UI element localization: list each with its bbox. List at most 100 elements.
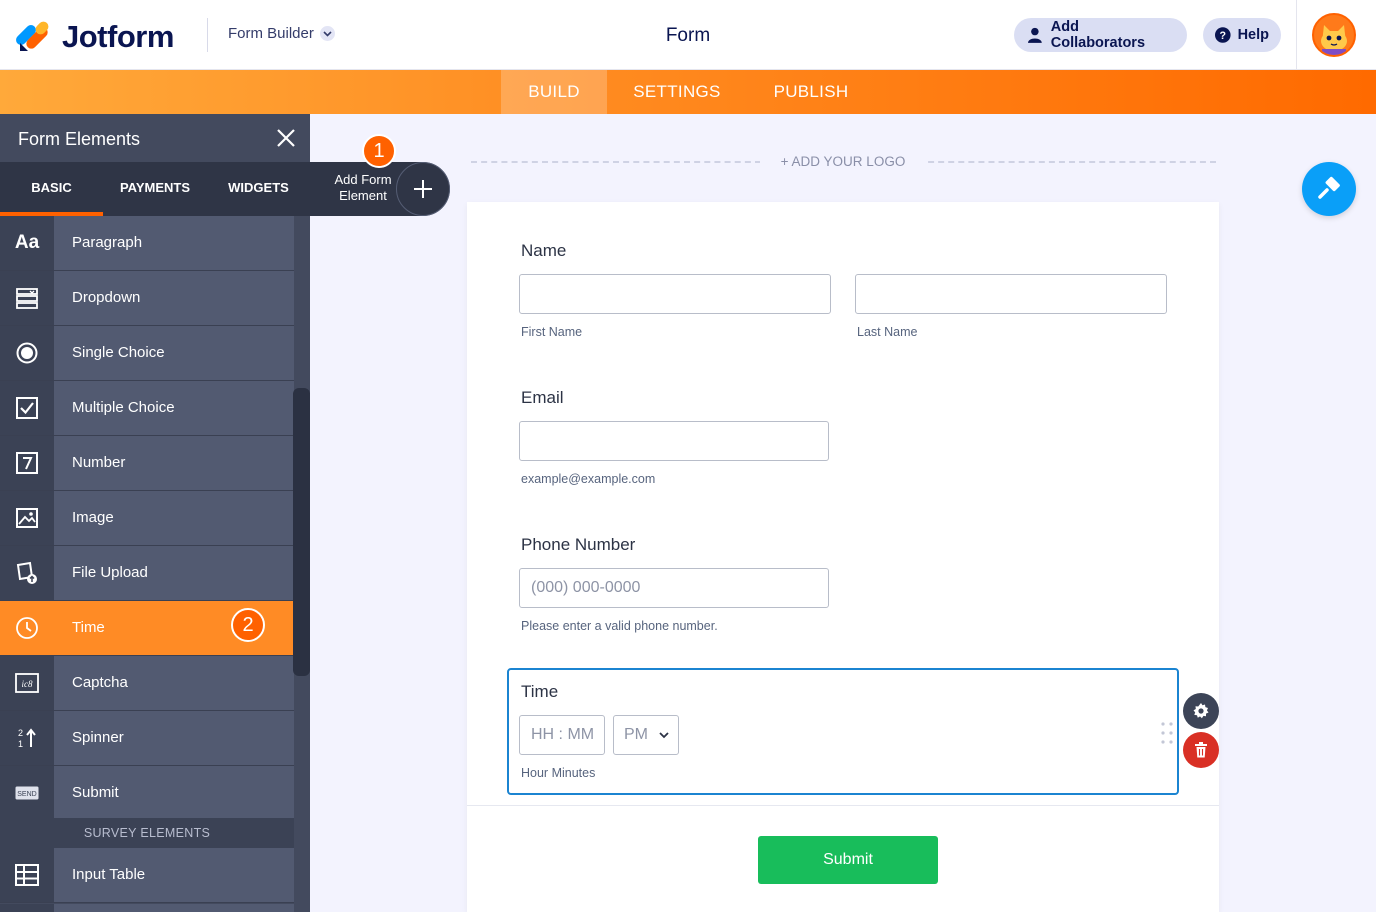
svg-text:ic8: ic8 xyxy=(22,679,33,689)
form-separator xyxy=(467,805,1219,806)
form-designer-button[interactable] xyxy=(1302,162,1356,216)
time-input[interactable]: HH : MM xyxy=(519,715,605,755)
header-divider-right xyxy=(1296,0,1297,70)
time-field-selected[interactable] xyxy=(507,668,1179,795)
file-upload-icon xyxy=(0,546,54,600)
paragraph-icon: Aa xyxy=(0,216,54,270)
brand-name: Jotform xyxy=(62,19,174,54)
svg-text:1: 1 xyxy=(18,739,23,749)
survey-elements-header: SURVEY ELEMENTS xyxy=(0,818,294,848)
element-label: Spinner xyxy=(54,711,294,765)
last-name-input[interactable] xyxy=(855,274,1167,314)
jotform-logo[interactable]: Jotform xyxy=(13,19,174,55)
add-collaborators-label: Add Collaborators xyxy=(1050,19,1146,51)
help-button[interactable]: ? Help xyxy=(1203,18,1281,52)
add-collaborators-button[interactable]: Add Collaborators xyxy=(1014,18,1187,52)
element-label: Submit xyxy=(54,766,294,820)
element-file-upload[interactable]: File Upload xyxy=(0,546,294,601)
clock-icon xyxy=(0,601,54,655)
delete-field-button[interactable] xyxy=(1183,732,1219,768)
svg-text:SEND: SEND xyxy=(17,791,36,798)
element-next-partial xyxy=(0,904,294,912)
image-icon xyxy=(0,491,54,545)
email-label: Email xyxy=(521,388,564,407)
trash-icon xyxy=(1195,742,1207,758)
add-form-element-label: Add Form Element xyxy=(334,172,392,203)
submit-button[interactable]: Submit xyxy=(758,836,938,884)
element-number[interactable]: Number xyxy=(0,436,294,491)
phone-sublabel: Please enter a valid phone number. xyxy=(521,619,718,633)
tab-basic[interactable]: BASIC xyxy=(0,162,103,216)
step-badge-2: 2 xyxy=(231,608,265,642)
element-submit[interactable]: SEND Submit xyxy=(0,766,294,821)
element-spinner[interactable]: 21 Spinner xyxy=(0,711,294,766)
time-sublabel: Hour Minutes xyxy=(521,766,596,780)
element-label: Single Choice xyxy=(54,326,294,380)
dropdown-icon xyxy=(0,271,54,325)
help-icon: ? xyxy=(1215,27,1231,43)
help-label: Help xyxy=(1237,27,1269,43)
form-elements-panel: Form Elements BASIC PAYMENTS WIDGETS Aa … xyxy=(0,114,310,912)
svg-text:?: ? xyxy=(1220,30,1227,42)
spinner-icon: 21 xyxy=(0,711,54,765)
plus-icon[interactable] xyxy=(396,162,450,216)
element-label: File Upload xyxy=(54,546,294,600)
element-paragraph[interactable]: Aa Paragraph xyxy=(0,216,294,271)
tab-widgets[interactable]: WIDGETS xyxy=(207,162,310,216)
name-label: Name xyxy=(521,241,567,260)
phone-label: Phone Number xyxy=(521,535,636,554)
tab-payments[interactable]: PAYMENTS xyxy=(103,162,207,216)
avatar[interactable] xyxy=(1312,13,1356,57)
tab-settings[interactable]: SETTINGS xyxy=(619,70,735,114)
cat-avatar-icon xyxy=(1314,15,1354,55)
field-settings-button[interactable] xyxy=(1183,693,1219,729)
add-logo-link[interactable]: + ADD YOUR LOGO xyxy=(760,154,926,169)
last-name-sublabel: Last Name xyxy=(857,325,918,339)
element-captcha[interactable]: ic8 Captcha xyxy=(0,656,294,711)
svg-text:2: 2 xyxy=(18,728,23,738)
element-label: Image xyxy=(54,491,294,545)
chevron-down-icon xyxy=(319,26,335,41)
element-single-choice[interactable]: Single Choice xyxy=(0,326,294,381)
time-label: Time xyxy=(521,682,559,701)
element-multiple-choice[interactable]: Multiple Choice xyxy=(0,381,294,436)
email-sublabel: example@example.com xyxy=(521,472,656,486)
email-field[interactable] xyxy=(519,421,829,461)
element-label: Captcha xyxy=(54,656,294,710)
form-builder-dropdown[interactable]: Form Builder xyxy=(228,25,335,42)
element-label: Dropdown xyxy=(54,271,294,325)
paint-roller-icon xyxy=(1318,176,1340,199)
tab-build[interactable]: BUILD xyxy=(501,70,607,114)
logo-dashed-line xyxy=(918,161,1216,163)
panel-title: Form Elements xyxy=(18,129,141,149)
first-name-input[interactable] xyxy=(519,274,831,314)
element-image[interactable]: Image xyxy=(0,491,294,546)
page-title[interactable]: Form xyxy=(620,25,756,47)
table-icon xyxy=(0,848,54,902)
gear-icon xyxy=(1193,703,1209,719)
header-divider xyxy=(207,18,208,52)
panel-tabs: BASIC PAYMENTS WIDGETS xyxy=(0,162,310,216)
top-bar: Jotform Form Builder Form Add Collaborat… xyxy=(0,0,1376,70)
user-icon xyxy=(1028,27,1042,43)
panel-scrollbar[interactable] xyxy=(293,388,310,676)
captcha-icon: ic8 xyxy=(0,656,54,710)
element-label: Paragraph xyxy=(54,216,294,270)
drag-handle-icon[interactable] xyxy=(1161,722,1173,744)
close-icon[interactable] xyxy=(274,126,298,150)
element-label: Number xyxy=(54,436,294,490)
jotform-logo-icon xyxy=(13,19,51,53)
element-label: Input Table xyxy=(54,848,294,902)
element-label: Multiple Choice xyxy=(54,381,294,435)
tab-publish[interactable]: PUBLISH xyxy=(760,70,862,114)
builder-nav: BUILD SETTINGS PUBLISH xyxy=(0,70,1376,114)
ampm-value: PM xyxy=(624,726,648,743)
ampm-select[interactable]: PM xyxy=(613,715,679,755)
element-dropdown[interactable]: Dropdown xyxy=(0,271,294,326)
first-name-sublabel: First Name xyxy=(521,325,583,339)
radio-icon xyxy=(0,326,54,380)
phone-input[interactable]: (000) 000-0000 xyxy=(519,568,829,608)
step-badge-1: 1 xyxy=(362,134,396,168)
checkbox-icon xyxy=(0,381,54,435)
element-input-table[interactable]: Input Table xyxy=(0,848,294,903)
